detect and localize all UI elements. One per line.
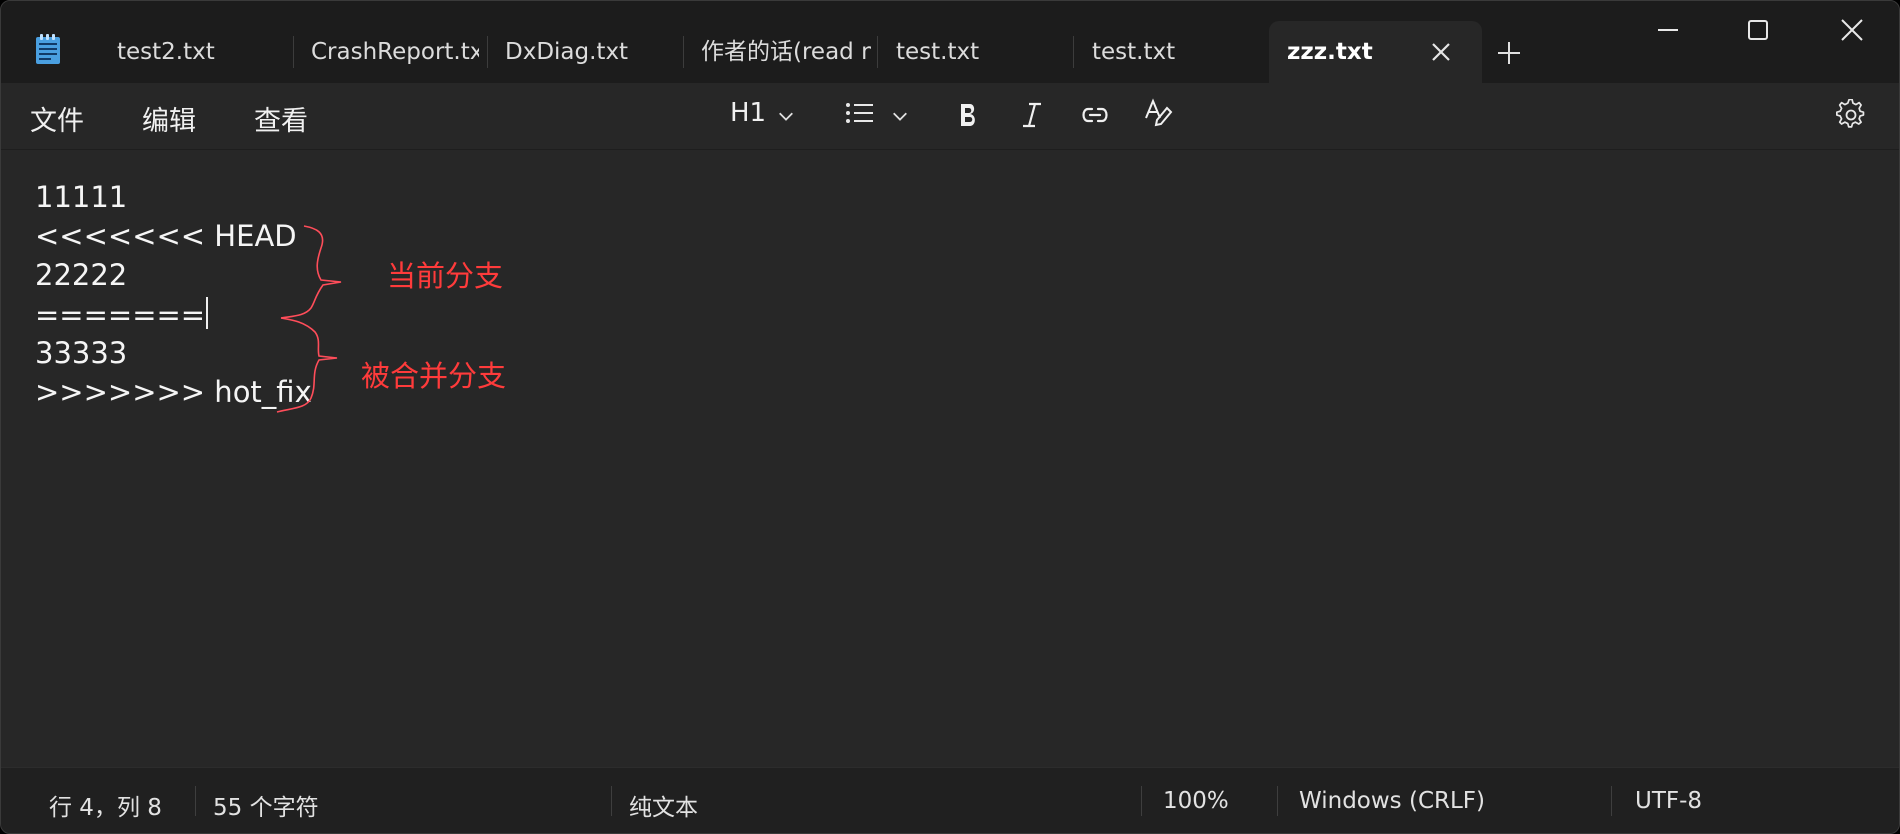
tab-label: 作者的话(read n — [701, 39, 871, 65]
status-cursor-position[interactable]: 行 4，列 8 — [49, 788, 162, 822]
link-icon[interactable] — [1079, 100, 1111, 130]
tab-zzz[interactable]: zzz.txt — [1269, 21, 1482, 83]
plus-icon[interactable] — [1495, 39, 1523, 67]
heading-label: H1 — [730, 98, 767, 128]
tab-label: test.txt — [1092, 39, 1176, 65]
text-line: 33333 — [35, 336, 128, 370]
tab-label: zzz.txt — [1287, 39, 1373, 65]
tab-label: DxDiag.txt — [505, 39, 629, 65]
notepad-window: test2.txt CrashReport.txt DxDiag.txt 作者的… — [0, 0, 1900, 834]
tab-separator — [487, 36, 488, 68]
text-line: 11111 — [35, 180, 128, 214]
text-line: ======= — [35, 298, 206, 332]
list-dropdown[interactable] — [841, 83, 917, 149]
bold-icon[interactable] — [953, 100, 983, 130]
menu-view[interactable]: 查看 — [254, 99, 308, 138]
chevron-down-icon — [893, 112, 907, 121]
tab-label: CrashReport.txt — [311, 39, 479, 65]
status-char-count: 55 个字符 — [213, 795, 319, 821]
close-icon[interactable] — [1430, 41, 1452, 63]
tab-label: test.txt — [896, 39, 980, 65]
text-editor[interactable]: 11111 <<<<<<< HEAD 22222 ======= 33333 >… — [1, 150, 1899, 767]
text-caret — [206, 297, 209, 329]
tab-separator — [683, 36, 684, 68]
list-icon — [846, 103, 873, 123]
annotation-braces — [276, 225, 342, 413]
toolbar: 文件 编辑 查看 H1 — [1, 83, 1899, 150]
notepad-icon — [36, 34, 60, 64]
text-line: 22222 — [35, 258, 128, 292]
text-line-current: ======= — [35, 297, 209, 332]
menu-file[interactable]: 文件 — [30, 99, 84, 138]
status-zoom[interactable]: 100% — [1163, 788, 1229, 814]
status-separator — [195, 786, 196, 816]
tab-test-2[interactable]: test.txt — [1092, 21, 1262, 83]
gear-icon[interactable] — [1835, 99, 1867, 131]
status-separator — [611, 786, 612, 816]
title-bar: test2.txt CrashReport.txt DxDiag.txt 作者的… — [1, 1, 1899, 83]
menu-edit[interactable]: 编辑 — [142, 99, 196, 138]
annotation-current-branch: 当前分支 — [387, 259, 504, 293]
minimize-icon[interactable] — [1653, 15, 1683, 45]
tab-separator — [877, 36, 878, 68]
spellcheck-icon[interactable] — [1143, 98, 1175, 130]
tab-dxdiag[interactable]: DxDiag.txt — [505, 21, 675, 83]
italic-icon[interactable] — [1017, 100, 1047, 130]
status-separator — [1611, 786, 1612, 816]
close-icon[interactable] — [1837, 15, 1867, 45]
annotation-merged-branch: 被合并分支 — [361, 359, 507, 393]
text-line: <<<<<<< HEAD — [35, 219, 297, 253]
maximize-icon[interactable] — [1743, 15, 1773, 45]
status-bar: 行 4，列 8 55 个字符 纯文本 100% Windows (CRLF) U… — [1, 767, 1899, 833]
status-separator — [1277, 786, 1278, 816]
tab-authors-note[interactable]: 作者的话(read n — [701, 21, 871, 83]
chevron-down-icon — [779, 112, 793, 121]
tab-crashreport[interactable]: CrashReport.txt — [311, 21, 479, 83]
tab-test2[interactable]: test2.txt — [117, 21, 287, 83]
tab-separator — [293, 36, 294, 68]
heading-dropdown[interactable]: H1 — [721, 83, 811, 149]
tab-label: test2.txt — [117, 39, 215, 65]
status-line-ending[interactable]: Windows (CRLF) — [1299, 788, 1485, 814]
status-separator — [1141, 786, 1142, 816]
status-encoding[interactable]: UTF-8 — [1635, 788, 1702, 814]
status-format[interactable]: 纯文本 — [629, 788, 698, 822]
tab-separator — [1073, 36, 1074, 68]
tab-test[interactable]: test.txt — [896, 21, 1066, 83]
